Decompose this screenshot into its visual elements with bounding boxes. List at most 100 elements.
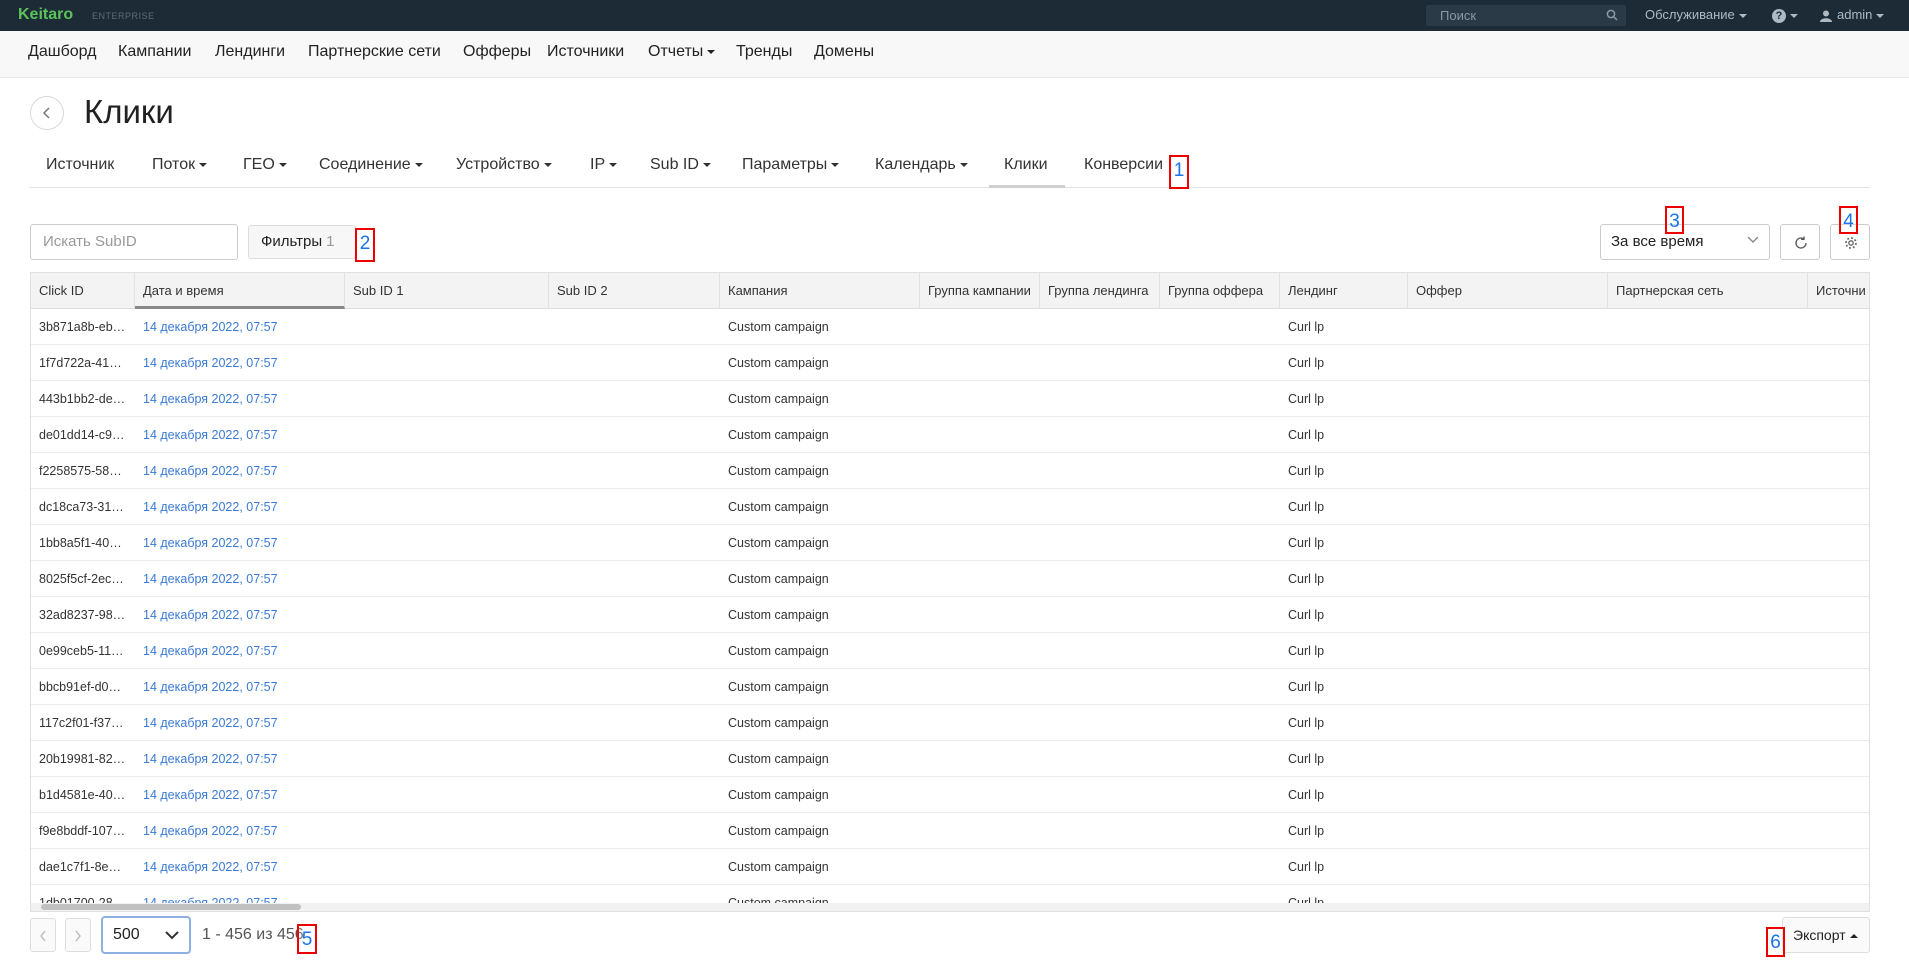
date-cell[interactable]: 14 декабря 2022, 07:57 <box>135 741 345 776</box>
column-header[interactable]: Источни <box>1808 273 1869 309</box>
help-icon: ? <box>1772 8 1786 23</box>
tab-source[interactable]: Источник <box>46 156 114 174</box>
column-header[interactable]: Лендинг <box>1280 273 1408 309</box>
scrollbar-thumb[interactable] <box>41 904 301 910</box>
tab-ip-label: IP <box>590 156 606 173</box>
table-row[interactable]: 0e99ceb5-11… 14 декабря 2022, 07:57 Custom… <box>31 633 1869 669</box>
tab-geo-label: ГЕО <box>243 156 275 173</box>
nav-domains[interactable]: Домены <box>814 43 874 61</box>
landing-cell: Curl lp <box>1288 824 1325 838</box>
column-header[interactable]: Группа кампании <box>920 273 1040 309</box>
period-select[interactable]: За все время <box>1600 224 1770 260</box>
global-search-input[interactable]: Поиск <box>1426 5 1626 26</box>
column-header[interactable]: Sub ID 2 <box>549 273 720 309</box>
column-header[interactable]: Кампания <box>720 273 920 309</box>
tab-stream[interactable]: Поток <box>152 156 208 174</box>
date-cell[interactable]: 14 декабря 2022, 07:57 <box>135 309 345 344</box>
user-name: admin <box>1837 7 1873 22</box>
tab-clicks[interactable]: Клики <box>1004 156 1048 174</box>
table-row[interactable]: 32ad8237-98… 14 декабря 2022, 07:57 Custom… <box>31 597 1869 633</box>
annotation-marker: 4 <box>1839 206 1858 234</box>
table-row[interactable]: 20b19981-82… 14 декабря 2022, 07:57 Custom… <box>31 741 1869 777</box>
date-cell[interactable]: 14 декабря 2022, 07:57 <box>135 849 345 884</box>
date-cell[interactable]: 14 декабря 2022, 07:57 <box>135 813 345 848</box>
back-button[interactable] <box>30 96 64 130</box>
nav-offers[interactable]: Офферы <box>463 43 531 61</box>
service-menu-label: Обслуживание <box>1645 7 1735 22</box>
top-bar: Keitaro ENTERPRISE Поиск Обслуживание ? … <box>0 0 1909 31</box>
column-header[interactable]: Click ID <box>31 273 135 309</box>
nav-affiliate-networks[interactable]: Партнерские сети <box>308 43 441 61</box>
date-cell[interactable]: 14 декабря 2022, 07:57 <box>135 417 345 452</box>
campaign-cell: Custom campaign <box>728 860 829 874</box>
campaign-cell: Custom campaign <box>728 824 829 838</box>
next-page-button[interactable] <box>65 918 91 952</box>
per-page-select[interactable]: 500 <box>101 916 191 954</box>
date-cell[interactable]: 14 декабря 2022, 07:57 <box>135 381 345 416</box>
table-row[interactable]: b1d4581e-40… 14 декабря 2022, 07:57 Custom… <box>31 777 1869 813</box>
table-row[interactable]: f2258575-58… 14 декабря 2022, 07:57 Custom… <box>31 453 1869 489</box>
table-row[interactable]: 443b1bb2-de… 14 декабря 2022, 07:57 Custom… <box>31 381 1869 417</box>
tab-calendar[interactable]: Календарь <box>875 156 968 174</box>
tab-subid[interactable]: Sub ID <box>650 156 711 174</box>
user-menu[interactable]: admin <box>1820 7 1885 22</box>
subid-search-input[interactable]: Искать SubID <box>30 224 238 260</box>
tab-conversions[interactable]: Конверсии <box>1084 156 1163 174</box>
table-row[interactable]: de01dd14-c9… 14 декабря 2022, 07:57 Custom… <box>31 417 1869 453</box>
column-header[interactable]: Партнерская сеть <box>1608 273 1808 309</box>
tab-device[interactable]: Устройство <box>456 156 552 174</box>
nav-trends[interactable]: Тренды <box>736 43 792 61</box>
campaign-cell: Custom campaign <box>728 392 829 406</box>
help-menu[interactable]: ? <box>1772 7 1798 23</box>
table-row[interactable]: 8025f5cf-2ec… 14 декабря 2022, 07:57 Custo… <box>31 561 1869 597</box>
table-row[interactable]: 1bb8a5f1-40… 14 декабря 2022, 07:57 Custom… <box>31 525 1869 561</box>
tab-ip[interactable]: IP <box>590 156 618 174</box>
service-menu[interactable]: Обслуживание <box>1645 7 1747 22</box>
table-row[interactable]: dae1c7f1-8e… 14 декабря 2022, 07:57 Custom… <box>31 849 1869 885</box>
table-row[interactable]: dc18ca73-31… 14 декабря 2022, 07:57 Custom… <box>31 489 1869 525</box>
tab-connection[interactable]: Соединение <box>319 156 423 174</box>
column-header[interactable]: Группа лендинга <box>1040 273 1160 309</box>
date-cell[interactable]: 14 декабря 2022, 07:57 <box>135 489 345 524</box>
column-header[interactable]: Sub ID 1 <box>345 273 549 309</box>
nav-campaigns[interactable]: Кампании <box>118 43 192 61</box>
column-header[interactable]: Дата и время <box>135 273 345 309</box>
horizontal-scrollbar[interactable] <box>31 903 1869 911</box>
export-button[interactable]: Экспорт <box>1782 917 1870 953</box>
nav-sources[interactable]: Источники <box>547 43 624 61</box>
table-row[interactable]: 117c2f01-f37… 14 декабря 2022, 07:57 Custo… <box>31 705 1869 741</box>
date-cell[interactable]: 14 декабря 2022, 07:57 <box>135 633 345 668</box>
table-row[interactable]: f9e8bddf-107… 14 декабря 2022, 07:57 Custo… <box>31 813 1869 849</box>
page-title: Клики <box>84 93 174 130</box>
date-cell[interactable]: 14 декабря 2022, 07:57 <box>135 561 345 596</box>
nav-landings[interactable]: Лендинги <box>215 43 285 61</box>
date-cell[interactable]: 14 декабря 2022, 07:57 <box>135 669 345 704</box>
table-row[interactable]: 3b871a8b-eb… 14 декабря 2022, 07:57 Custom… <box>31 309 1869 345</box>
column-header[interactable]: Группа оффера <box>1160 273 1280 309</box>
campaign-cell: Custom campaign <box>728 464 829 478</box>
date-cell[interactable]: 14 декабря 2022, 07:57 <box>135 525 345 560</box>
chevron-down-icon <box>959 162 968 167</box>
annotation-marker: 3 <box>1665 206 1684 234</box>
campaign-cell: Custom campaign <box>728 752 829 766</box>
tab-parameters[interactable]: Параметры <box>742 156 840 174</box>
table-row[interactable]: bbcb91ef-d0… 14 декабря 2022, 07:57 Custom… <box>31 669 1869 705</box>
date-cell[interactable]: 14 декабря 2022, 07:57 <box>135 345 345 380</box>
table-header: Click ID Дата и время Sub ID 1 Sub ID 2 … <box>31 273 1869 309</box>
refresh-button[interactable] <box>1780 224 1820 260</box>
date-cell[interactable]: 14 декабря 2022, 07:57 <box>135 777 345 812</box>
logo[interactable]: Keitaro <box>18 6 73 24</box>
date-cell[interactable]: 14 декабря 2022, 07:57 <box>135 453 345 488</box>
chevron-down-icon <box>609 162 618 167</box>
nav-reports[interactable]: Отчеты <box>648 43 716 61</box>
column-header[interactable]: Оффер <box>1408 273 1608 309</box>
table-row[interactable]: 1f7d722a-41… 14 декабря 2022, 07:57 Custom… <box>31 345 1869 381</box>
nav-dashboard[interactable]: Дашборд <box>28 43 97 61</box>
tab-geo[interactable]: ГЕО <box>243 156 287 174</box>
click-id-cell: f2258575-58… <box>39 464 122 478</box>
filters-button[interactable]: Фильтры 1 <box>248 225 356 259</box>
prev-page-button[interactable] <box>30 918 56 952</box>
date-cell[interactable]: 14 декабря 2022, 07:57 <box>135 597 345 632</box>
chevron-left-icon <box>42 107 50 119</box>
date-cell[interactable]: 14 декабря 2022, 07:57 <box>135 705 345 740</box>
